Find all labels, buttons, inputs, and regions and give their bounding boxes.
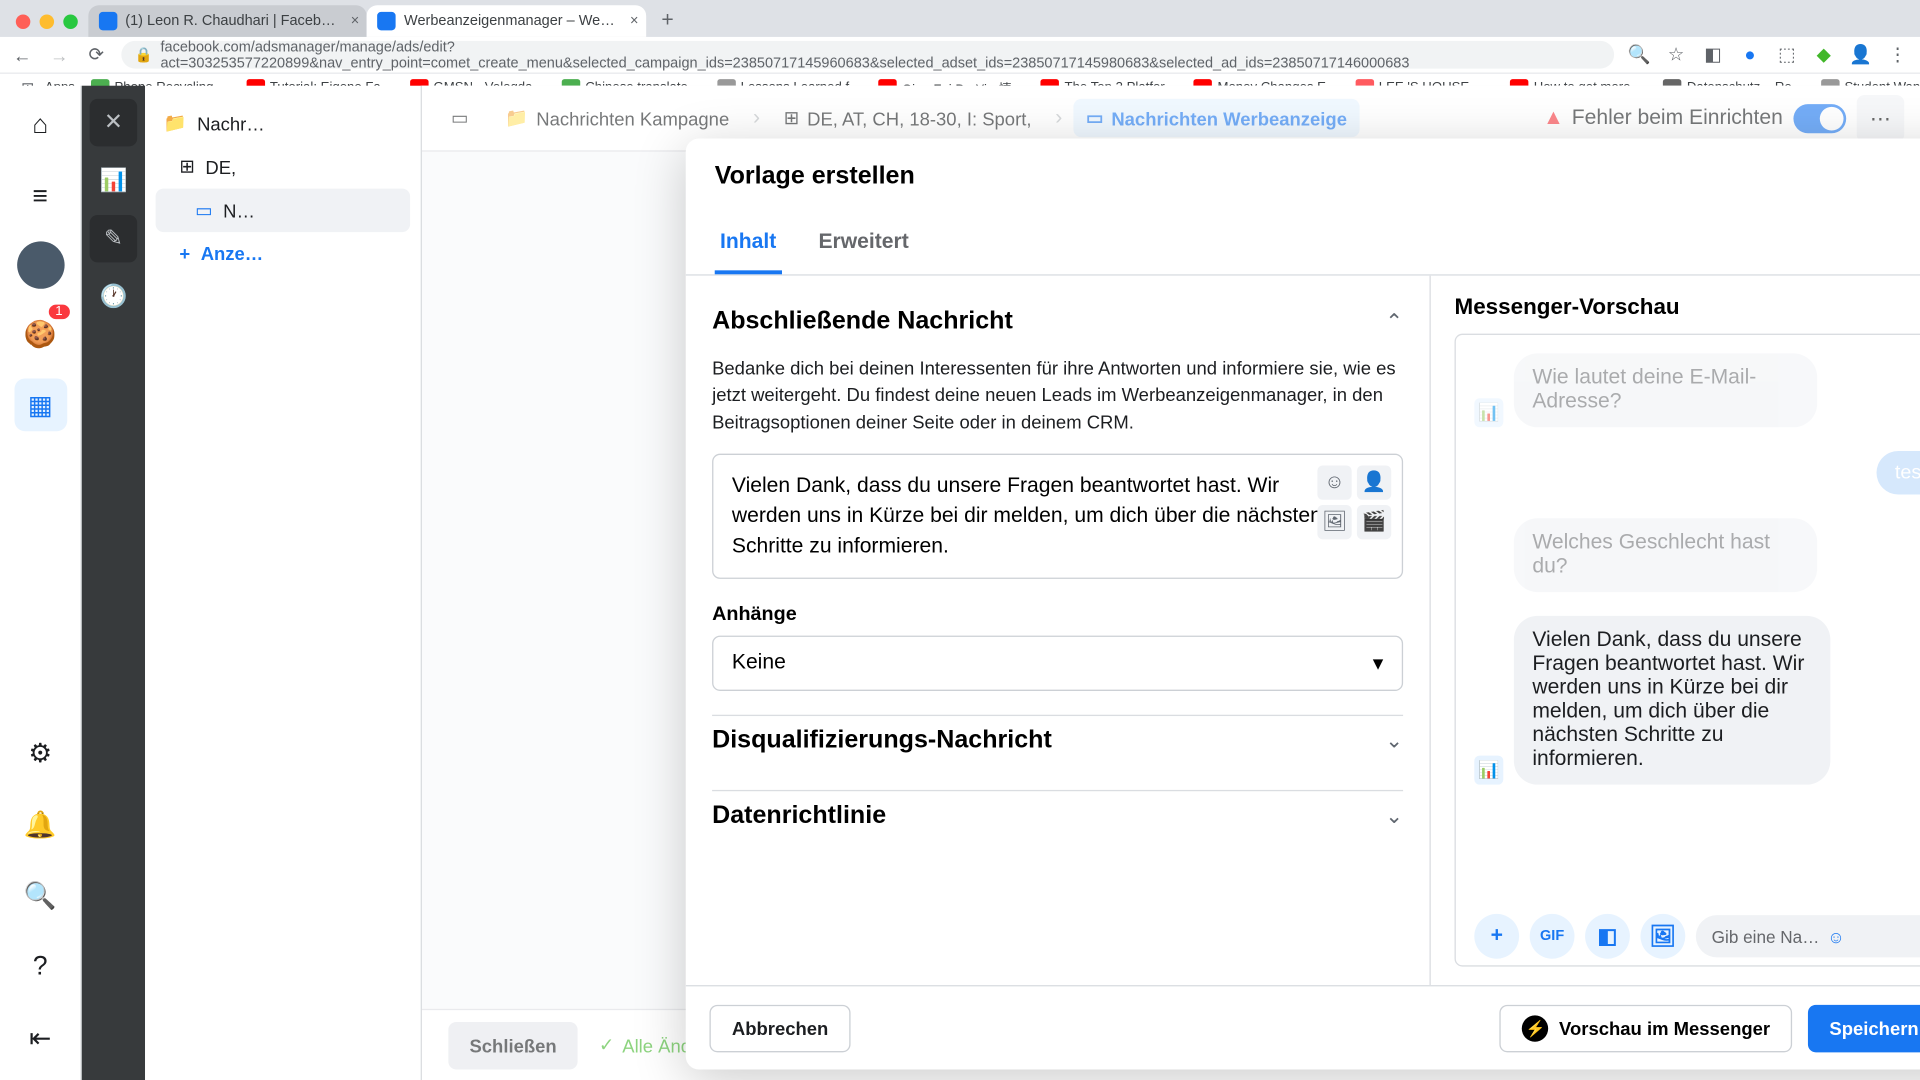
section-header-privacy[interactable]: Datenrichtlinie ⌄ xyxy=(712,792,1403,842)
close-window-icon[interactable] xyxy=(16,15,31,30)
lock-icon: 🔒 xyxy=(135,46,153,63)
section-title: Datenrichtlinie xyxy=(712,802,886,831)
chevron-down-icon: ⌄ xyxy=(1385,729,1403,755)
favicon-icon xyxy=(378,12,396,30)
chevron-down-icon: ⌄ xyxy=(1385,804,1403,830)
address-bar[interactable]: 🔒 facebook.com/adsmanager/manage/ads/edi… xyxy=(121,41,1614,69)
emoji-icon[interactable]: ☺ xyxy=(1317,465,1351,499)
ad-row[interactable]: ▭ N… xyxy=(156,189,411,233)
help-icon[interactable]: ? xyxy=(14,940,67,993)
preview-final-message: Vielen Dank, dass du unsere Fragen beant… xyxy=(1514,616,1830,785)
url-text: facebook.com/adsmanager/manage/ads/edit?… xyxy=(160,39,1600,71)
back-icon[interactable]: ← xyxy=(11,44,35,65)
page-avatar-icon: 📊 xyxy=(1474,398,1503,427)
preview-messenger-button[interactable]: ⚡ Vorschau im Messenger xyxy=(1500,1004,1793,1051)
new-tab-button[interactable]: + xyxy=(652,5,684,37)
add-icon: + xyxy=(1474,914,1519,959)
cancel-button[interactable]: Abbrechen xyxy=(709,1004,850,1051)
tab-advanced[interactable]: Erweitert xyxy=(813,220,914,274)
structure-panel: 📁 Nachr… ⊞ DE, ▭ N… + Anze… xyxy=(145,86,422,1080)
attachments-label: Anhänge xyxy=(712,603,1403,625)
emoji-icon: ☺ xyxy=(1827,926,1845,946)
tab-title: (1) Leon R. Chaudhari | Faceb… xyxy=(125,13,335,29)
video-icon[interactable]: 🎬 xyxy=(1357,505,1391,539)
close-tab-icon[interactable]: × xyxy=(351,13,359,29)
editor-rail: ✕ 📊 ✎ 🕐 xyxy=(82,86,145,1080)
composer-input: Gib eine Na…☺ xyxy=(1696,915,1920,957)
preview-answer: test@test.com xyxy=(1876,451,1920,495)
extension-icon[interactable]: ◧ xyxy=(1701,44,1725,66)
main-editor: ▭ 📁 Nachrichten Kampagne › ⊞ DE, AT, CH,… xyxy=(422,86,1920,1080)
tab-content[interactable]: Inhalt xyxy=(715,220,782,274)
close-tab-icon[interactable]: × xyxy=(630,13,638,29)
profile-avatar[interactable] xyxy=(16,241,63,288)
reload-icon[interactable]: ⟳ xyxy=(84,44,108,66)
gif-icon: GIF xyxy=(1530,914,1575,959)
home-icon[interactable]: ⌂ xyxy=(14,99,67,152)
section-header-final[interactable]: Abschließende Nachricht ⌃ xyxy=(712,297,1403,347)
minimize-window-icon[interactable] xyxy=(40,15,55,30)
window-controls xyxy=(8,15,88,37)
browser-tab-adsmanager[interactable]: Werbeanzeigenmanager – We… × xyxy=(367,5,646,37)
global-rail: ⌂ ≡ 🍪1 ▦ ⚙ 🔔 🔍 ? ⇤ xyxy=(0,86,82,1080)
menu-icon[interactable]: ≡ xyxy=(14,170,67,223)
browser-chrome: (1) Leon R. Chaudhari | Faceb… × Werbean… xyxy=(0,0,1920,86)
settings-icon[interactable]: ⚙ xyxy=(14,727,67,780)
tab-title: Werbeanzeigenmanager – We… xyxy=(404,13,615,29)
profile-icon[interactable]: 👤 xyxy=(1849,44,1873,66)
history-icon[interactable]: 🕐 xyxy=(90,273,137,320)
maximize-window-icon[interactable] xyxy=(63,15,78,30)
collapse-icon[interactable]: ⇤ xyxy=(14,1011,67,1064)
preview-frame: 📊 Wie lautet deine E-Mail-Adresse? test@… xyxy=(1455,334,1920,967)
ads-manager-icon[interactable]: ▦ xyxy=(14,378,67,431)
preview-title: Messenger-Vorschau xyxy=(1455,294,1920,320)
zoom-icon[interactable]: 🔍 xyxy=(1627,44,1651,66)
extension-icon[interactable]: ⬚ xyxy=(1775,44,1799,66)
save-and-close-button[interactable]: Speichern und beenden xyxy=(1808,1004,1920,1051)
close-editor-icon[interactable]: ✕ xyxy=(90,99,137,146)
favicon-icon xyxy=(99,12,117,30)
menu-icon[interactable]: ⋮ xyxy=(1886,44,1910,66)
chevron-up-icon: ⌃ xyxy=(1385,309,1403,335)
modal-title: Vorlage erstellen xyxy=(715,162,915,204)
section-header-disqual[interactable]: Disqualifizierungs-Nachricht ⌄ xyxy=(712,717,1403,767)
textarea-value: Vielen Dank, dass du unsere Fragen beant… xyxy=(732,475,1322,559)
extension-icon[interactable]: ● xyxy=(1738,44,1762,66)
campaign-row[interactable]: 📁 Nachr… xyxy=(156,102,411,146)
preview-question: Welches Geschlecht hast du? xyxy=(1514,518,1817,592)
page-avatar-icon: 📊 xyxy=(1474,756,1503,785)
search-icon[interactable]: 🔍 xyxy=(14,869,67,922)
edit-icon[interactable]: ✎ xyxy=(90,215,137,262)
section-description: Bedanke dich bei deinen Interessenten fü… xyxy=(712,355,1403,435)
star-icon[interactable]: ☆ xyxy=(1664,44,1688,66)
modal-tabs: Inhalt Erweitert xyxy=(686,204,1920,275)
final-message-input[interactable]: Vielen Dank, dass du unsere Fragen beant… xyxy=(712,453,1403,579)
browser-tab-facebook[interactable]: (1) Leon R. Chaudhari | Faceb… × xyxy=(88,5,367,37)
chevron-down-icon: ▾ xyxy=(1373,651,1384,677)
chart-icon[interactable]: 📊 xyxy=(90,157,137,204)
image-icon[interactable]: 🖼 xyxy=(1317,505,1351,539)
image-icon: 🖼 xyxy=(1640,914,1685,959)
forward-icon[interactable]: → xyxy=(47,44,71,65)
messenger-preview-pane: Messenger-Vorschau 📊 Wie lautet deine E-… xyxy=(1431,276,1920,985)
add-ad-button[interactable]: + Anze… xyxy=(156,232,411,274)
sticker-icon: ◧ xyxy=(1585,914,1630,959)
messenger-icon: ⚡ xyxy=(1522,1015,1548,1041)
preview-question: Wie lautet deine E-Mail-Adresse? xyxy=(1514,353,1817,427)
adset-row[interactable]: ⊞ DE, xyxy=(156,145,411,189)
preview-composer: + GIF ◧ 🖼 Gib eine Na…☺ 👍 xyxy=(1472,907,1920,965)
section-title: Disqualifizierungs-Nachricht xyxy=(712,727,1052,756)
personalize-icon[interactable]: 👤 xyxy=(1357,465,1391,499)
template-modal: Vorlage erstellen ✕ Inhalt Erweitert Abs… xyxy=(686,138,1920,1069)
modal-form: Abschließende Nachricht ⌃ Bedanke dich b… xyxy=(686,276,1431,985)
modal-footer: Abbrechen ⚡ Vorschau im Messenger Speich… xyxy=(686,985,1920,1069)
section-title: Abschließende Nachricht xyxy=(712,307,1013,336)
cookie-icon[interactable]: 🍪1 xyxy=(14,307,67,360)
select-value: Keine xyxy=(732,652,786,676)
attachments-select[interactable]: Keine ▾ xyxy=(712,636,1403,691)
extension-icon[interactable]: ◆ xyxy=(1812,44,1836,66)
notifications-icon[interactable]: 🔔 xyxy=(14,798,67,851)
